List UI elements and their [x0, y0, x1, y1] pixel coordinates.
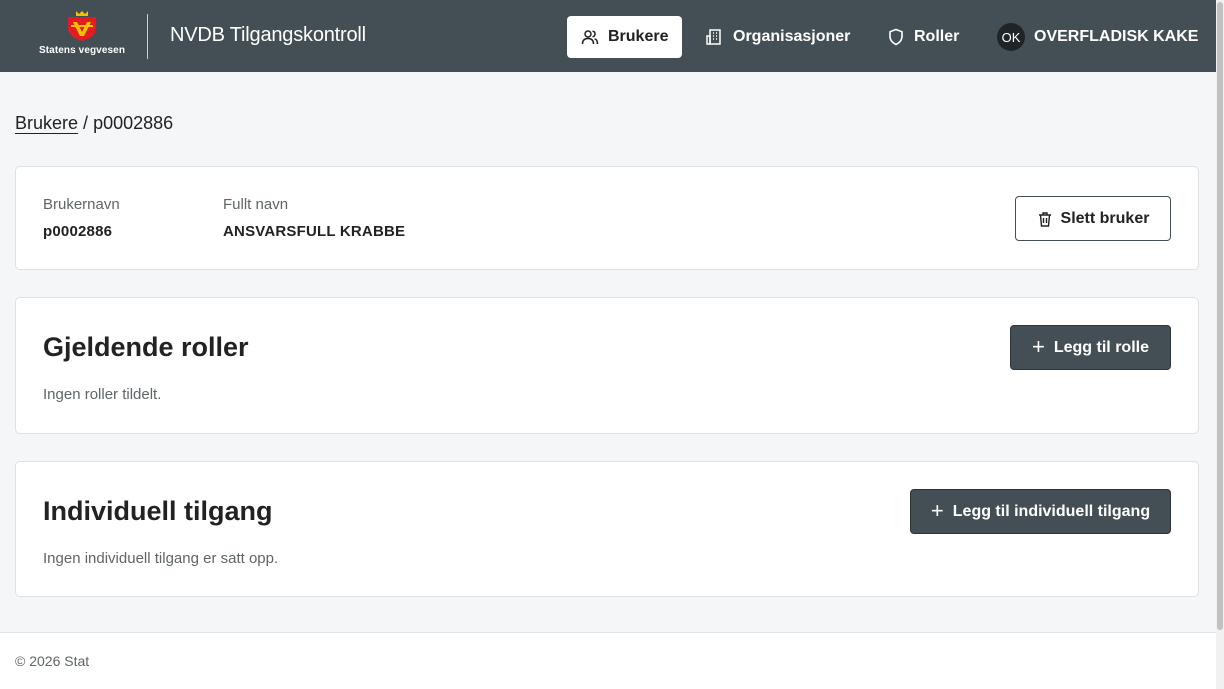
fullname-label: Fullt navn: [223, 196, 289, 213]
add-role-label: Legg til rolle: [1053, 338, 1149, 356]
nav-item-label: Roller: [914, 28, 960, 45]
username-value: p0002886: [43, 223, 113, 240]
nav-item-label: Organisasjoner: [733, 28, 851, 45]
logo-text: Statens vegvesen: [38, 45, 126, 56]
breadcrumb-separator: /: [83, 113, 89, 133]
delete-user-button[interactable]: Slett bruker: [1015, 196, 1171, 241]
building-icon: [706, 28, 724, 46]
add-individual-access-label: Legg til individuell tilgang: [952, 502, 1151, 520]
nav-item-label: Brukere: [608, 28, 669, 45]
roles-card: Gjeldende roller + Legg til rolle Ingen …: [15, 297, 1199, 434]
breadcrumb-link-brukere[interactable]: Brukere: [15, 113, 79, 134]
footer-text: © 2026 Stat: [15, 653, 90, 669]
fullname-value: ANSVARSFULL KRABBE: [223, 223, 406, 240]
app-title[interactable]: NVDB Tilgangskontroll: [170, 24, 366, 47]
individual-access-card: Individuell tilgang + Legg til individue…: [15, 461, 1199, 597]
plus-icon: +: [930, 497, 944, 523]
username-label: Brukernavn: [43, 196, 120, 213]
nav-item-roller[interactable]: Roller: [887, 16, 959, 58]
delete-user-label: Slett bruker: [1060, 209, 1150, 227]
add-role-button[interactable]: + Legg til rolle: [1010, 325, 1171, 370]
shield-icon: [887, 28, 905, 46]
user-name: OVERFLADISK KAKE: [1034, 28, 1199, 45]
user-info-card: Brukernavn p0002886 Fullt navn ANSVARSFU…: [15, 166, 1199, 270]
footer: © 2026 Stat: [0, 632, 1216, 689]
roles-empty-text: Ingen roller tildelt.: [43, 386, 162, 403]
vertical-scrollbar[interactable]: [1216, 0, 1224, 689]
trash-icon: [1037, 211, 1053, 227]
access-section-title: Individuell tilgang: [43, 496, 273, 526]
user-avatar: OK: [997, 23, 1025, 51]
nav-item-organisasjoner[interactable]: Organisasjoner: [706, 16, 850, 58]
plus-icon: +: [1032, 333, 1045, 359]
header-divider: [147, 14, 148, 59]
access-empty-text: Ingen individuell tilgang er satt opp.: [43, 550, 279, 567]
coat-of-arms-icon: [68, 11, 96, 41]
users-icon: [581, 28, 599, 46]
nav-item-brukere[interactable]: Brukere: [567, 16, 683, 58]
breadcrumb-current: p0002886: [93, 113, 174, 133]
scrollbar-thumb[interactable]: [1217, 2, 1223, 630]
add-individual-access-button[interactable]: + Legg til individuell tilgang: [910, 489, 1171, 534]
user-menu[interactable]: OK OVERFLADISK KAKE: [997, 16, 1198, 58]
breadcrumb: Brukere / p0002886: [15, 113, 173, 134]
statens-vegvesen-logo[interactable]: Statens vegvesen: [30, 10, 134, 62]
roles-section-title: Gjeldende roller: [43, 332, 249, 362]
top-navigation-bar: Statens vegvesen NVDB Tilgangskontroll B…: [0, 0, 1216, 72]
